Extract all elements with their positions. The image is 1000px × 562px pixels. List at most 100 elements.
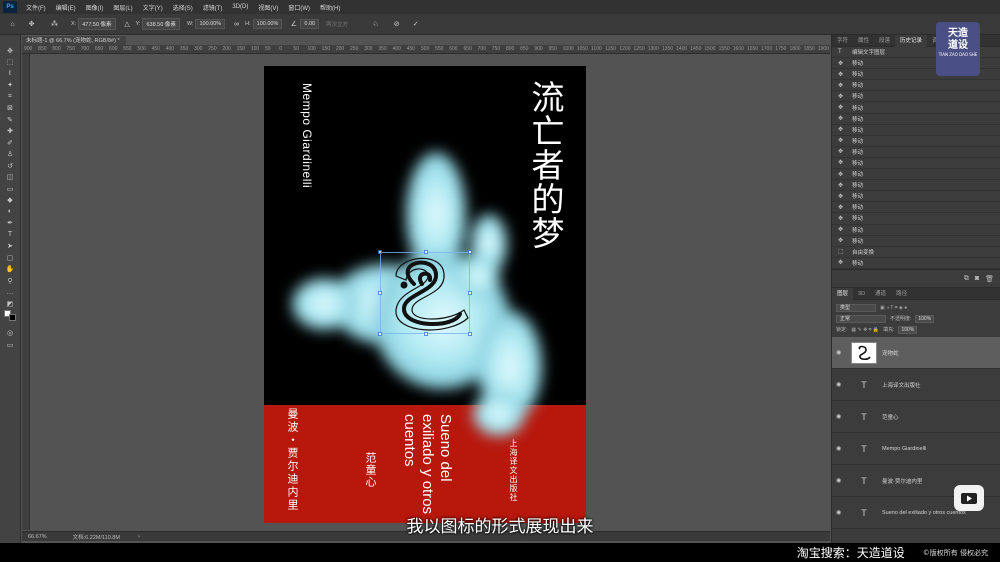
quick-mask-icon[interactable]: ◎ (4, 328, 16, 340)
color-swatches[interactable] (4, 309, 16, 324)
menu-type[interactable]: 文字(Y) (138, 3, 168, 12)
reference-point-icon[interactable]: ⁂ (50, 20, 59, 29)
eyedropper-tool-icon[interactable]: ✎ (4, 114, 16, 126)
video-play-button[interactable] (954, 485, 984, 511)
home-icon[interactable]: ⌂ (8, 20, 17, 29)
dodge-tool-icon[interactable]: ◐ (4, 206, 16, 218)
history-row[interactable]: ✥ 移动 (832, 213, 1000, 225)
eye-icon[interactable]: ◉ (836, 413, 846, 420)
history-row[interactable]: ✥ 移动 (832, 202, 1000, 214)
tab-properties[interactable]: 属性 (853, 35, 874, 47)
y-position-field[interactable]: Y: 638.50 像素 (136, 18, 180, 30)
screen-mode-icon[interactable]: ▭ (4, 339, 16, 351)
eye-icon[interactable]: ◉ (836, 445, 846, 452)
history-row[interactable]: ✥ 移动 (832, 225, 1000, 236)
delta-icon[interactable]: △ (123, 20, 132, 29)
eye-icon[interactable]: ◉ (836, 477, 846, 484)
tab-layers[interactable]: 图层 (832, 287, 854, 300)
move-tool-icon[interactable]: ✥ (27, 20, 36, 29)
history-row[interactable]: ✥ 移动 (832, 169, 1000, 181)
crop-tool-icon[interactable]: ⌗ (4, 91, 16, 103)
hand-tool-icon[interactable]: ✋ (4, 264, 16, 276)
tab-3d[interactable]: 3D (853, 288, 870, 300)
tab-history[interactable]: 历史记录 (895, 34, 928, 47)
y-value[interactable]: 638.50 像素 (142, 18, 180, 30)
transform-handle-bc[interactable] (424, 332, 428, 336)
pen-tool-icon[interactable]: ✒ (4, 218, 16, 230)
history-brush-icon[interactable]: ↺ (4, 160, 16, 172)
marquee-tool-icon[interactable]: ⬚ (4, 57, 16, 69)
history-row[interactable]: ✥ 移动 (832, 102, 1000, 114)
menu-image[interactable]: 图像(I) (81, 3, 109, 12)
angle-value[interactable]: 0.00 (300, 19, 320, 29)
tab-paragraph[interactable]: 段落 (874, 35, 895, 47)
history-row[interactable]: ✥ 移动 (832, 180, 1000, 192)
history-row[interactable]: ✥ 移动 (832, 191, 1000, 203)
blur-tool-icon[interactable]: ◆ (4, 195, 16, 207)
history-row[interactable]: ✥ 移动 (832, 136, 1000, 147)
layer-row[interactable]: ◉ T Mempo Giardinelli (832, 433, 1000, 465)
height-field[interactable]: H: 100.00% (245, 19, 283, 29)
camera-icon[interactable]: ◙ (975, 275, 979, 282)
eraser-tool-icon[interactable]: ◫ (4, 172, 16, 184)
warp-icon[interactable]: ♘ (371, 20, 380, 29)
fill-input[interactable]: 100% (898, 325, 918, 334)
history-row[interactable]: ✥ 移动 (832, 258, 1000, 269)
menu-3d[interactable]: 3D(D) (227, 4, 253, 10)
menu-filter[interactable]: 滤镜(T) (198, 3, 228, 12)
transform-handle-ml[interactable] (378, 291, 382, 295)
w-value[interactable]: 100.00% (195, 19, 226, 29)
history-row[interactable]: ✥ 移动 (832, 236, 1000, 247)
history-row[interactable]: ✥ 移动 (832, 158, 1000, 170)
book-title-spanish[interactable]: Sueno del exiliado y otros cuentos (400, 414, 454, 523)
canvas-area[interactable]: 流亡者的梦 Mempo Giardinelli 曼波・贾尔迪内里 范童心 Sue… (30, 54, 830, 530)
stamp-tool-icon[interactable]: ♙ (4, 149, 16, 161)
shape-tool-icon[interactable]: ▢ (4, 252, 16, 264)
blend-mode-select[interactable]: 正常 (836, 314, 886, 323)
layer-name[interactable]: 上海译文出版社 (882, 381, 921, 389)
transform-bounding-box[interactable] (378, 250, 472, 336)
publisher-name[interactable]: 上海译文出版社 (508, 439, 519, 502)
history-list[interactable]: T 编辑文字图层 ✥ 移动 ✥ 移动 ✥ 移动 ✥ 移动 ✥ 移动 ✥ 移动 ✥ 移动 ✥ 移动 ✥ 移动 ✥ 移动 ✥ 移动… (832, 47, 1000, 270)
history-row[interactable]: ✥ 移动 (832, 147, 1000, 158)
transform-handle-br[interactable] (468, 332, 472, 336)
type-tool-icon[interactable]: T (4, 229, 16, 241)
move-tool-icon[interactable]: ✥ (4, 45, 16, 57)
document-tab[interactable]: 未标题-1 @ 66.7% (宠物蛇, RGB/8#) * × (22, 35, 126, 54)
transform-handle-tl[interactable] (378, 250, 382, 254)
trash-icon[interactable]: 🗑 (985, 275, 994, 283)
author-name-english[interactable]: Mempo Giardinelli (300, 83, 314, 188)
tab-paths[interactable]: 路径 (891, 288, 912, 300)
tab-character[interactable]: 字符 (832, 35, 853, 47)
frame-tool-icon[interactable]: ⊠ (4, 103, 16, 115)
menu-file[interactable]: 文件(F) (21, 3, 51, 12)
ruler-horizontal[interactable]: 900 850 800 750 700 650 600 550 500 450 400 350 300 2… (22, 45, 830, 54)
translator-name[interactable]: 范童心 (362, 452, 378, 488)
layer-row[interactable]: ◉ T 范童心 (832, 401, 1000, 433)
link-icon[interactable]: ∞ (232, 20, 241, 29)
background-color[interactable] (9, 313, 16, 321)
menu-view[interactable]: 视图(V) (253, 3, 283, 12)
menu-edit[interactable]: 编辑(E) (51, 3, 81, 12)
layer-name[interactable]: 宠物蛇 (882, 349, 899, 357)
layer-name[interactable]: 范童心 (882, 413, 899, 421)
layer-filter-select[interactable]: 类型 (836, 303, 876, 312)
transform-handle-bl[interactable] (378, 332, 382, 336)
magic-wand-tool-icon[interactable]: ✦ (4, 80, 16, 92)
filter-icons[interactable]: ▣ ◑ T ⌗ ◈ ● (880, 305, 907, 311)
brush-tool-icon[interactable]: ✐ (4, 137, 16, 149)
x-position-field[interactable]: X: 477.50 像素 (71, 18, 116, 30)
path-select-tool-icon[interactable]: ➤ (4, 241, 16, 253)
cancel-icon[interactable]: ⊘ (392, 20, 401, 29)
history-row[interactable]: ✥ 移动 (832, 80, 1000, 92)
commit-icon[interactable]: ✓ (411, 20, 420, 29)
book-title-chinese[interactable]: 流亡者的梦 (526, 80, 565, 250)
angle-field[interactable]: ∠ 0.00 (289, 19, 320, 29)
snapshot-icon[interactable]: ⧉ (964, 275, 969, 283)
menu-select[interactable]: 选择(S) (168, 3, 198, 12)
ruler-vertical[interactable] (22, 54, 30, 530)
menu-layer[interactable]: 图层(L) (108, 3, 137, 12)
opacity-input[interactable]: 100% (915, 314, 935, 323)
more-tools-icon[interactable]: … (4, 287, 16, 299)
width-field[interactable]: W: 100.00% (187, 19, 226, 29)
